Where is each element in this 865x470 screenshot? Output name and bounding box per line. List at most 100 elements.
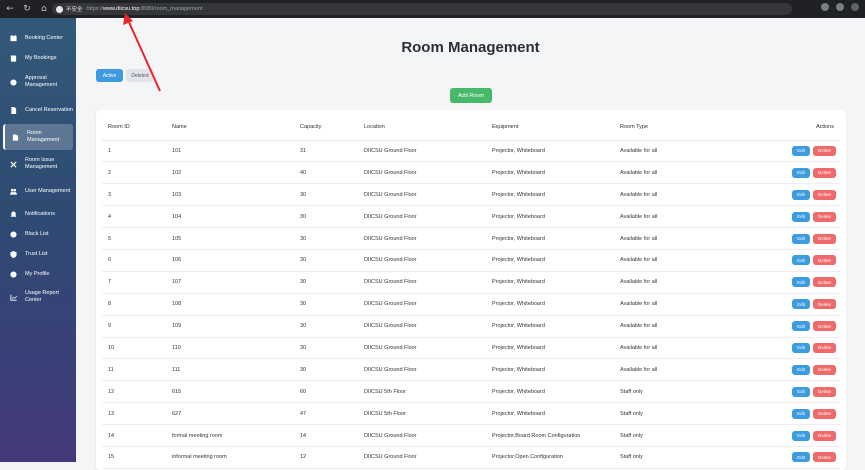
table-row: 4 104 30 DIICSU Ground Floor Projector, Whit… (102, 205, 840, 229)
cell-location: DIICSU Ground Floor (358, 161, 486, 185)
cell-room-type: Available for all (614, 337, 742, 360)
edit-button[interactable]: Edit (792, 255, 810, 266)
edit-button[interactable]: Edit (792, 167, 810, 178)
delete-button[interactable]: Delete (813, 233, 836, 244)
cell-equipment: Projector, Whiteboard (486, 271, 614, 294)
edit-button[interactable]: Edit (792, 408, 810, 419)
sidebar-item-black-list[interactable]: Black List (3, 224, 73, 244)
table-row: 12 615 60 DIICSU 5th Floor Projector, Whiteb… (102, 380, 840, 404)
cell-location: DIICSU 5th Floor (358, 380, 486, 404)
table-row: 3 103 30 DIICSU Ground Floor Projector, Whit… (102, 183, 840, 207)
delete-button[interactable]: Delete (813, 189, 836, 200)
delete-button[interactable]: Delete (813, 321, 836, 332)
cell-capacity: 47 (294, 402, 358, 426)
cell-location: DIICSU Ground Floor (358, 140, 486, 163)
delete-button[interactable]: Delete (813, 277, 836, 288)
cell-capacity: 30 (294, 271, 358, 294)
sidebar-item-label: Notifications (25, 210, 55, 217)
cell-room-type: Available for all (614, 293, 742, 316)
bookmark-star-icon[interactable] (836, 3, 844, 11)
sidebar-item-approval-management[interactable]: Approval Management (3, 68, 73, 96)
edit-button[interactable]: Edit (792, 211, 810, 222)
edit-button[interactable]: Edit (792, 145, 810, 156)
cancel-document-icon (9, 106, 17, 114)
cell-actions: Edit Delete (742, 424, 840, 447)
cell-room-id: 2 (102, 161, 166, 185)
cell-location: DIICSU Ground Floor (358, 315, 486, 338)
cell-location: DIICSU Ground Floor (358, 227, 486, 250)
cell-name: informal meeting room (166, 446, 294, 469)
delete-button[interactable]: Delete (813, 452, 836, 463)
cell-equipment: Projector, Whiteboard (486, 183, 614, 207)
browser-toolbar: ← ↻ ⌂ 不安全 https://www.diicsu.top:8080/ro… (0, 0, 865, 18)
delete-button[interactable]: Delete (813, 342, 836, 353)
cell-name: 110 (166, 337, 294, 360)
rooms-table-card: Room ID Name Capacity Location Equipment… (96, 110, 846, 470)
sidebar-item-user-management[interactable]: User Management (3, 178, 73, 204)
home-icon[interactable]: ⌂ (37, 2, 51, 16)
reload-icon[interactable]: ↻ (20, 2, 34, 16)
edit-button[interactable]: Edit (792, 321, 810, 332)
edit-button[interactable]: Edit (792, 342, 810, 353)
edit-button[interactable]: Edit (792, 233, 810, 244)
cell-room-type: Available for all (614, 205, 742, 229)
sidebar-item-my-bookings[interactable]: My Bookings (3, 48, 73, 68)
cell-room-type: Staff only (614, 402, 742, 426)
edit-button[interactable]: Edit (792, 364, 810, 375)
deleted-filter-button[interactable]: Deleted (126, 69, 154, 82)
sidebar-item-my-profile[interactable]: My Profile (3, 264, 73, 284)
delete-button[interactable]: Delete (813, 430, 836, 441)
delete-button[interactable]: Delete (813, 364, 836, 375)
add-room-button[interactable]: Add Room (450, 88, 492, 103)
user-icon (9, 270, 17, 278)
cell-location: DIICSU Ground Floor (358, 293, 486, 316)
edit-button[interactable]: Edit (792, 299, 810, 310)
sidebar-item-room-issue-management[interactable]: Room Issue Management (3, 150, 73, 178)
cell-name: 108 (166, 293, 294, 316)
delete-button[interactable]: Delete (813, 211, 836, 222)
cell-actions: Edit Delete (742, 380, 840, 404)
sidebar-item-booking-center[interactable]: Booking Center (3, 28, 73, 48)
sidebar-item-trust-list[interactable]: Trust List (3, 244, 73, 264)
edit-button[interactable]: Edit (792, 277, 810, 288)
cell-capacity: 31 (294, 140, 358, 163)
table-row: 8 108 30 DIICSU Ground Floor Projector, Whit… (102, 293, 840, 316)
edit-button[interactable]: Edit (792, 386, 810, 397)
page-title: Room Management (401, 39, 540, 56)
rooms-table: Room ID Name Capacity Location Equipment… (102, 115, 840, 469)
cell-name: 109 (166, 315, 294, 338)
cell-room-id: 10 (102, 337, 166, 360)
table-row: 2 102 40 DIICSU Ground Floor Projector, Whit… (102, 161, 840, 185)
profile-avatar-icon[interactable] (851, 3, 859, 11)
cell-equipment: Projector, Whiteboard (486, 337, 614, 360)
cell-equipment: Projector,Board Room Configuration (486, 424, 614, 447)
cell-capacity: 12 (294, 446, 358, 469)
delete-button[interactable]: Delete (813, 167, 836, 178)
active-filter-button[interactable]: Active (96, 69, 123, 82)
sidebar-item-cancel-reservation[interactable]: Cancel Reservation (3, 96, 73, 124)
shield-icon (9, 250, 17, 258)
edit-button[interactable]: Edit (792, 452, 810, 463)
cell-location: DIICSU Ground Floor (358, 446, 486, 469)
delete-button[interactable]: Delete (813, 386, 836, 397)
cell-location: DIICSU Ground Floor (358, 271, 486, 294)
header-capacity: Capacity (294, 115, 358, 141)
table-row: 13 627 47 DIICSU 5th Floor Projector, Whiteb… (102, 402, 840, 426)
sidebar-item-usage-report-center[interactable]: Usage Report Center (3, 284, 73, 310)
cell-capacity: 30 (294, 183, 358, 207)
delete-button[interactable]: Delete (813, 145, 836, 156)
cell-capacity: 30 (294, 205, 358, 229)
edit-button[interactable]: Edit (792, 189, 810, 200)
delete-button[interactable]: Delete (813, 299, 836, 310)
table-row: 14 formal meeting room 14 DIICSU Ground Flo… (102, 424, 840, 447)
extension-icon[interactable] (821, 3, 829, 11)
sidebar-item-room-management[interactable]: Room Management (3, 124, 73, 150)
cell-room-id: 11 (102, 358, 166, 382)
sidebar-item-notifications[interactable]: Notifications (3, 204, 73, 224)
cell-room-id: 8 (102, 293, 166, 316)
edit-button[interactable]: Edit (792, 430, 810, 441)
delete-button[interactable]: Delete (813, 255, 836, 266)
back-arrow-icon[interactable]: ← (3, 2, 17, 16)
address-bar[interactable]: 不安全 https://www.diicsu.top:8080/room_man… (52, 3, 792, 15)
delete-button[interactable]: Delete (813, 408, 836, 419)
